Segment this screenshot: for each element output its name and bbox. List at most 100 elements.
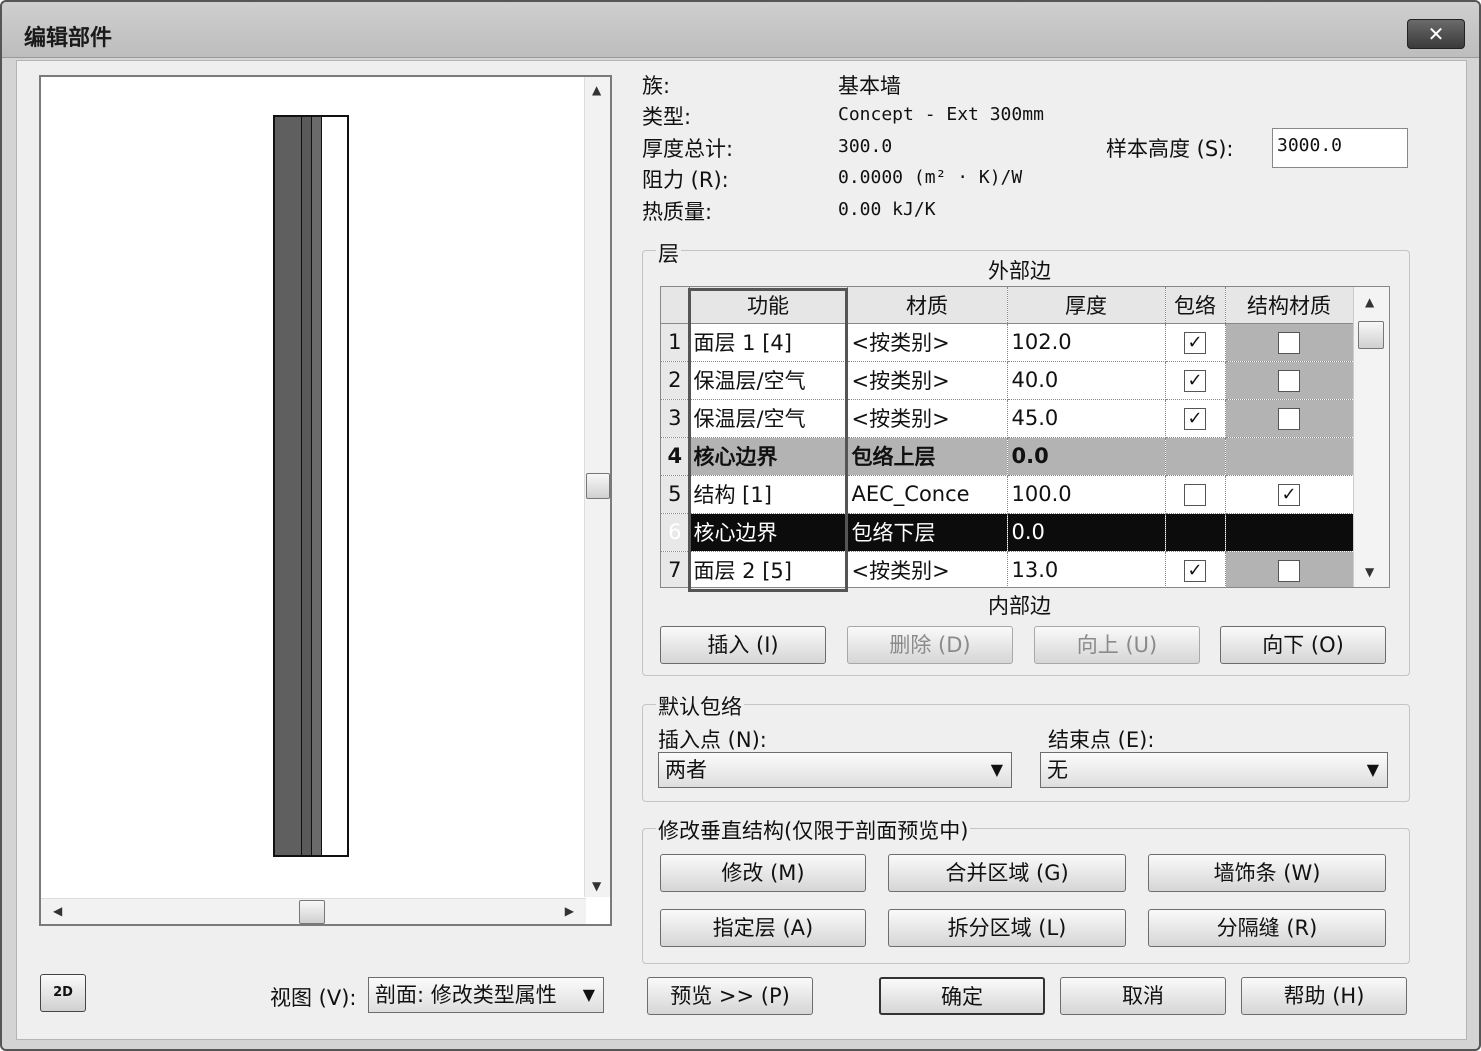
layer-row[interactable]: 4 核心边界 包络上层 0.0	[661, 437, 1354, 476]
preview-horizontal-scrollbar[interactable]: ◀ ▶	[41, 898, 586, 924]
structural-checkbox[interactable]: ✓	[1278, 484, 1300, 506]
view-2d-icon[interactable]: 2D	[40, 974, 86, 1012]
layer-structural-cell[interactable]	[1225, 399, 1354, 438]
layers-table[interactable]: 功能 材质 厚度 包络 结构材质 1 面层 1 [4] <按类别> 102.0 ✓ 2 保温…	[660, 286, 1390, 588]
layer-thickness[interactable]: 13.0	[1007, 551, 1166, 587]
layer-wrap-cell[interactable]	[1165, 437, 1226, 476]
modify-button[interactable]: 修改 (M)	[660, 854, 866, 892]
structural-checkbox[interactable]	[1278, 370, 1300, 392]
header-structural-material[interactable]: 结构材质	[1225, 287, 1354, 324]
layer-material[interactable]: <按类别>	[847, 551, 1008, 587]
layer-wrap-cell[interactable]	[1165, 513, 1226, 552]
scroll-left-arrow[interactable]: ◀	[53, 904, 62, 918]
move-up-button[interactable]: 向上 (U)	[1034, 626, 1200, 664]
header-thickness[interactable]: 厚度	[1007, 287, 1166, 324]
header-function[interactable]: 功能	[689, 287, 848, 324]
move-down-button[interactable]: 向下 (O)	[1220, 626, 1386, 664]
layer-number[interactable]: 5	[661, 475, 690, 514]
layer-function[interactable]: 面层 2 [5]	[689, 551, 848, 587]
layer-number[interactable]: 2	[661, 361, 690, 400]
layer-thickness[interactable]: 0.0	[1007, 437, 1166, 476]
layer-structural-cell[interactable]	[1225, 361, 1354, 400]
layer-wrap-cell[interactable]	[1165, 475, 1226, 514]
scroll-up-arrow[interactable]: ▲	[592, 83, 601, 97]
layer-function[interactable]: 核心边界	[689, 437, 848, 476]
layer-function[interactable]: 核心边界	[689, 513, 848, 552]
layer-function[interactable]: 面层 1 [4]	[689, 323, 848, 362]
reveals-button[interactable]: 分隔缝 (R)	[1148, 909, 1386, 947]
layer-wrap-cell[interactable]: ✓	[1165, 551, 1226, 587]
layer-row[interactable]: 6 核心边界 包络下层 0.0	[661, 513, 1354, 552]
assign-layers-button[interactable]: 指定层 (A)	[660, 909, 866, 947]
layer-function[interactable]: 结构 [1]	[689, 475, 848, 514]
layer-row[interactable]: 5 结构 [1] AEC_Conce 100.0 ✓	[661, 475, 1354, 514]
layer-thickness[interactable]: 102.0	[1007, 323, 1166, 362]
cancel-button[interactable]: 取消	[1060, 977, 1226, 1015]
layer-row[interactable]: 2 保温层/空气 <按类别> 40.0 ✓	[661, 361, 1354, 400]
layer-number[interactable]: 4	[661, 437, 690, 476]
insert-point-select[interactable]: 两者 ▼	[658, 752, 1012, 788]
wrap-checkbox[interactable]	[1184, 484, 1206, 506]
wrap-checkbox[interactable]: ✓	[1184, 332, 1206, 354]
layer-thickness[interactable]: 0.0	[1007, 513, 1166, 552]
layer-thickness[interactable]: 40.0	[1007, 361, 1166, 400]
layer-structural-cell[interactable]: ✓	[1225, 475, 1354, 514]
header-material[interactable]: 材质	[847, 287, 1008, 324]
preview-button[interactable]: 预览 >> (P)	[647, 977, 813, 1015]
layer-material[interactable]: <按类别>	[847, 323, 1008, 362]
wrap-checkbox[interactable]: ✓	[1184, 408, 1206, 430]
view-select[interactable]: 剖面: 修改类型属性 ▼	[368, 977, 604, 1013]
layer-material[interactable]: 包络下层	[847, 513, 1008, 552]
layer-function[interactable]: 保温层/空气	[689, 399, 848, 438]
layer-number[interactable]: 1	[661, 323, 690, 362]
help-button[interactable]: 帮助 (H)	[1241, 977, 1407, 1015]
layer-structural-cell[interactable]	[1225, 513, 1354, 552]
layer-thickness[interactable]: 45.0	[1007, 399, 1166, 438]
layer-material[interactable]: <按类别>	[847, 399, 1008, 438]
vertical-scroll-thumb[interactable]	[586, 473, 610, 499]
ok-button[interactable]: 确定	[879, 977, 1045, 1015]
structural-checkbox[interactable]	[1278, 332, 1300, 354]
scroll-right-arrow[interactable]: ▶	[565, 904, 574, 918]
table-scroll-down-arrow[interactable]: ▼	[1365, 565, 1374, 579]
close-button[interactable]: ✕	[1407, 19, 1465, 49]
thickness-value: 300.0	[838, 136, 893, 157]
layer-function[interactable]: 保温层/空气	[689, 361, 848, 400]
layer-material[interactable]: <按类别>	[847, 361, 1008, 400]
layer-structural-cell[interactable]	[1225, 551, 1354, 587]
split-region-button[interactable]: 拆分区域 (L)	[888, 909, 1126, 947]
layer-number[interactable]: 3	[661, 399, 690, 438]
wrap-checkbox[interactable]: ✓	[1184, 560, 1206, 582]
wrap-checkbox[interactable]: ✓	[1184, 370, 1206, 392]
layer-wrap-cell[interactable]: ✓	[1165, 399, 1226, 438]
layer-material[interactable]: AEC_Conce	[847, 475, 1008, 514]
layer-structural-cell[interactable]	[1225, 437, 1354, 476]
layers-table-scrollbar[interactable]: ▲ ▼	[1353, 287, 1389, 587]
layer-structural-cell[interactable]	[1225, 323, 1354, 362]
sweeps-button[interactable]: 墙饰条 (W)	[1148, 854, 1386, 892]
layer-wrap-cell[interactable]: ✓	[1165, 361, 1226, 400]
layers-header-row: 功能 材质 厚度 包络 结构材质	[661, 287, 1354, 324]
insert-button[interactable]: 插入 (I)	[660, 626, 826, 664]
end-point-select[interactable]: 无 ▼	[1040, 752, 1388, 788]
horizontal-scroll-thumb[interactable]	[299, 900, 325, 924]
layer-row[interactable]: 3 保温层/空气 <按类别> 45.0 ✓	[661, 399, 1354, 438]
structural-checkbox[interactable]	[1278, 408, 1300, 430]
layer-row[interactable]: 1 面层 1 [4] <按类别> 102.0 ✓	[661, 323, 1354, 362]
section-preview[interactable]: ▲ ▼ ◀ ▶	[39, 75, 612, 926]
layer-row[interactable]: 7 面层 2 [5] <按类别> 13.0 ✓	[661, 551, 1354, 587]
structural-checkbox[interactable]	[1278, 560, 1300, 582]
table-scroll-thumb[interactable]	[1358, 321, 1384, 349]
layer-material[interactable]: 包络上层	[847, 437, 1008, 476]
delete-button[interactable]: 删除 (D)	[847, 626, 1013, 664]
sample-height-input[interactable]: 3000.0	[1272, 128, 1408, 168]
scroll-down-arrow[interactable]: ▼	[592, 879, 601, 893]
header-wrap[interactable]: 包络	[1165, 287, 1226, 324]
preview-vertical-scrollbar[interactable]: ▲ ▼	[584, 77, 610, 897]
merge-regions-button[interactable]: 合并区域 (G)	[888, 854, 1126, 892]
layer-thickness[interactable]: 100.0	[1007, 475, 1166, 514]
table-scroll-up-arrow[interactable]: ▲	[1365, 295, 1374, 309]
layer-number[interactable]: 7	[661, 551, 690, 587]
layer-wrap-cell[interactable]: ✓	[1165, 323, 1226, 362]
layer-number[interactable]: 6	[661, 513, 690, 552]
